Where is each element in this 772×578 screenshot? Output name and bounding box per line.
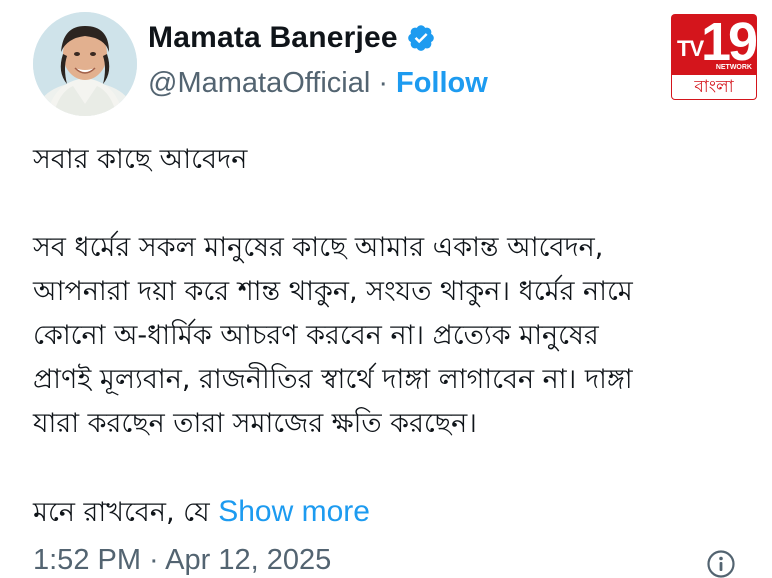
avatar-image (33, 12, 137, 116)
post-title-line: সবার কাছে আবেদন (33, 144, 248, 175)
tweet-card: Mamata Banerjee @MamataOfficial · Follow… (0, 0, 772, 578)
logo-red-block: TV 19 NETWORK (671, 14, 757, 74)
post-line: আপনারা দয়া করে শান্ত থাকুন, সংযত থাকুন।… (33, 276, 633, 307)
post-last-line: মনে রাখবেন, যে Show more (33, 490, 763, 535)
author-name-row: Mamata Banerjee (148, 18, 436, 58)
post-timestamp[interactable]: 1:52 PM · Apr 12, 2025 (33, 544, 331, 577)
info-icon[interactable] (706, 549, 736, 578)
author-handle[interactable]: @MamataOfficial (148, 67, 370, 100)
handle-row: @MamataOfficial · Follow (148, 64, 488, 102)
verified-badge-icon (407, 25, 434, 51)
post-line: যারা করছেন তারা সমাজের ক্ষতি করছেন। (33, 408, 477, 439)
avatar[interactable] (33, 12, 137, 116)
author-name[interactable]: Mamata Banerjee (148, 21, 398, 55)
follow-button[interactable]: Follow (396, 67, 488, 100)
post-line: প্রাণই মূল্যবান, রাজনীতির স্বার্থে দাঙ্গ… (33, 364, 633, 395)
post-body: সবার কাছে আবেদন সব ধর্মের সকল মানুষের কা… (33, 138, 763, 535)
logo-network-text: NETWORK (715, 64, 752, 71)
logo-brand-text: TV (677, 36, 704, 61)
tv19-bangla-logo: TV 19 NETWORK বাংলা (671, 14, 757, 100)
post-last-line-text: মনে রাখবেন, যে (33, 497, 210, 528)
separator-dot: · (378, 66, 388, 99)
show-more-link[interactable]: Show more (218, 495, 370, 528)
logo-language-label: বাংলা (671, 74, 757, 100)
post-line: সব ধর্মের সকল মানুষের কাছে আমার একান্ত আ… (33, 232, 604, 263)
post-line: কোনো অ-ধার্মিক আচরণ করবেন না। প্রত্যেক ম… (33, 320, 599, 351)
